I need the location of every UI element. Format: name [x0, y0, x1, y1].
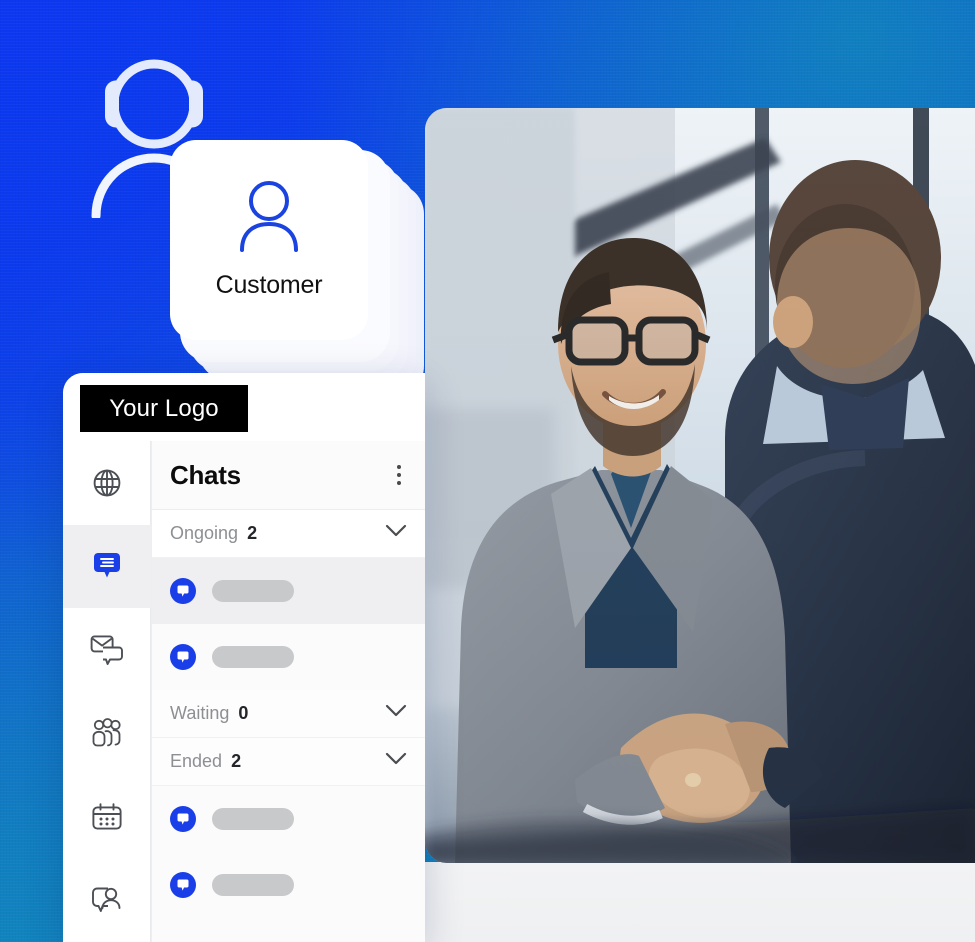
- screenshot-stage: Customer Your Logo Chats Ongoing 2 Waiti…: [0, 0, 975, 942]
- sidebar-item-teams[interactable]: [63, 692, 151, 776]
- logo-label: Your Logo: [109, 394, 219, 422]
- chat-bubble-icon: [170, 872, 196, 898]
- panel-topbar: Your Logo: [63, 373, 425, 441]
- calendar-icon: [91, 802, 123, 832]
- chat-group-count: 0: [238, 703, 249, 723]
- chat-name-placeholder: [212, 808, 294, 830]
- chat-group-ended[interactable]: Ended 2: [152, 738, 425, 786]
- page-title: Chats: [170, 459, 241, 490]
- chat-list-item[interactable]: [152, 786, 425, 852]
- chat-bubble-icon: [170, 644, 196, 670]
- chat-list-item[interactable]: [152, 624, 425, 690]
- chat-group-count: 2: [247, 523, 258, 543]
- visitor-chat-icon: [90, 884, 124, 916]
- sidebar-item-website[interactable]: [63, 441, 151, 525]
- kebab-menu-icon[interactable]: [391, 459, 407, 491]
- chat-group-ongoing[interactable]: Ongoing 2: [152, 510, 425, 558]
- chat-bubble-icon: [170, 578, 196, 604]
- chat-name-placeholder: [212, 646, 294, 668]
- chat-name-placeholder: [212, 874, 294, 896]
- globe-icon: [92, 468, 122, 498]
- chat-bubble-icon: [170, 806, 196, 832]
- customer-card[interactable]: Customer: [170, 140, 368, 340]
- page-background-strip: [425, 862, 975, 942]
- sidebar-item-chats[interactable]: [63, 524, 151, 608]
- hero-photo: [425, 108, 975, 863]
- chat-group-label: Waiting: [170, 703, 230, 723]
- chevron-down-icon: [385, 752, 407, 771]
- app-panel: Your Logo Chats Ongoing 2 Waiting 0 Ende…: [63, 373, 425, 942]
- chat-group-label: Ongoing: [170, 523, 239, 543]
- mail-chat-icon: [90, 634, 124, 666]
- chat-group-count: 2: [231, 751, 242, 771]
- logo-badge[interactable]: Your Logo: [80, 385, 248, 432]
- chevron-down-icon: [385, 704, 407, 723]
- customer-card-label: Customer: [215, 271, 323, 299]
- chevron-down-icon: [385, 524, 407, 543]
- sidebar-item-visitors[interactable]: [63, 859, 151, 942]
- chats-header: Chats: [152, 441, 425, 510]
- sidebar-item-schedule[interactable]: [63, 775, 151, 859]
- chat-list-item[interactable]: [152, 852, 425, 918]
- chat-name-placeholder: [212, 580, 294, 602]
- chat-icon: [88, 547, 126, 585]
- sidebar-item-inbox[interactable]: [63, 608, 151, 692]
- chat-group-waiting[interactable]: Waiting 0: [152, 690, 425, 738]
- people-group-icon: [90, 717, 124, 749]
- person-outline-icon: [238, 180, 300, 257]
- chat-group-label: Ended: [170, 751, 223, 771]
- chats-list-column: Chats Ongoing 2 Waiting 0 Ended 2: [151, 441, 425, 942]
- chat-list-item[interactable]: [152, 558, 425, 624]
- sidebar-rail: [63, 441, 151, 942]
